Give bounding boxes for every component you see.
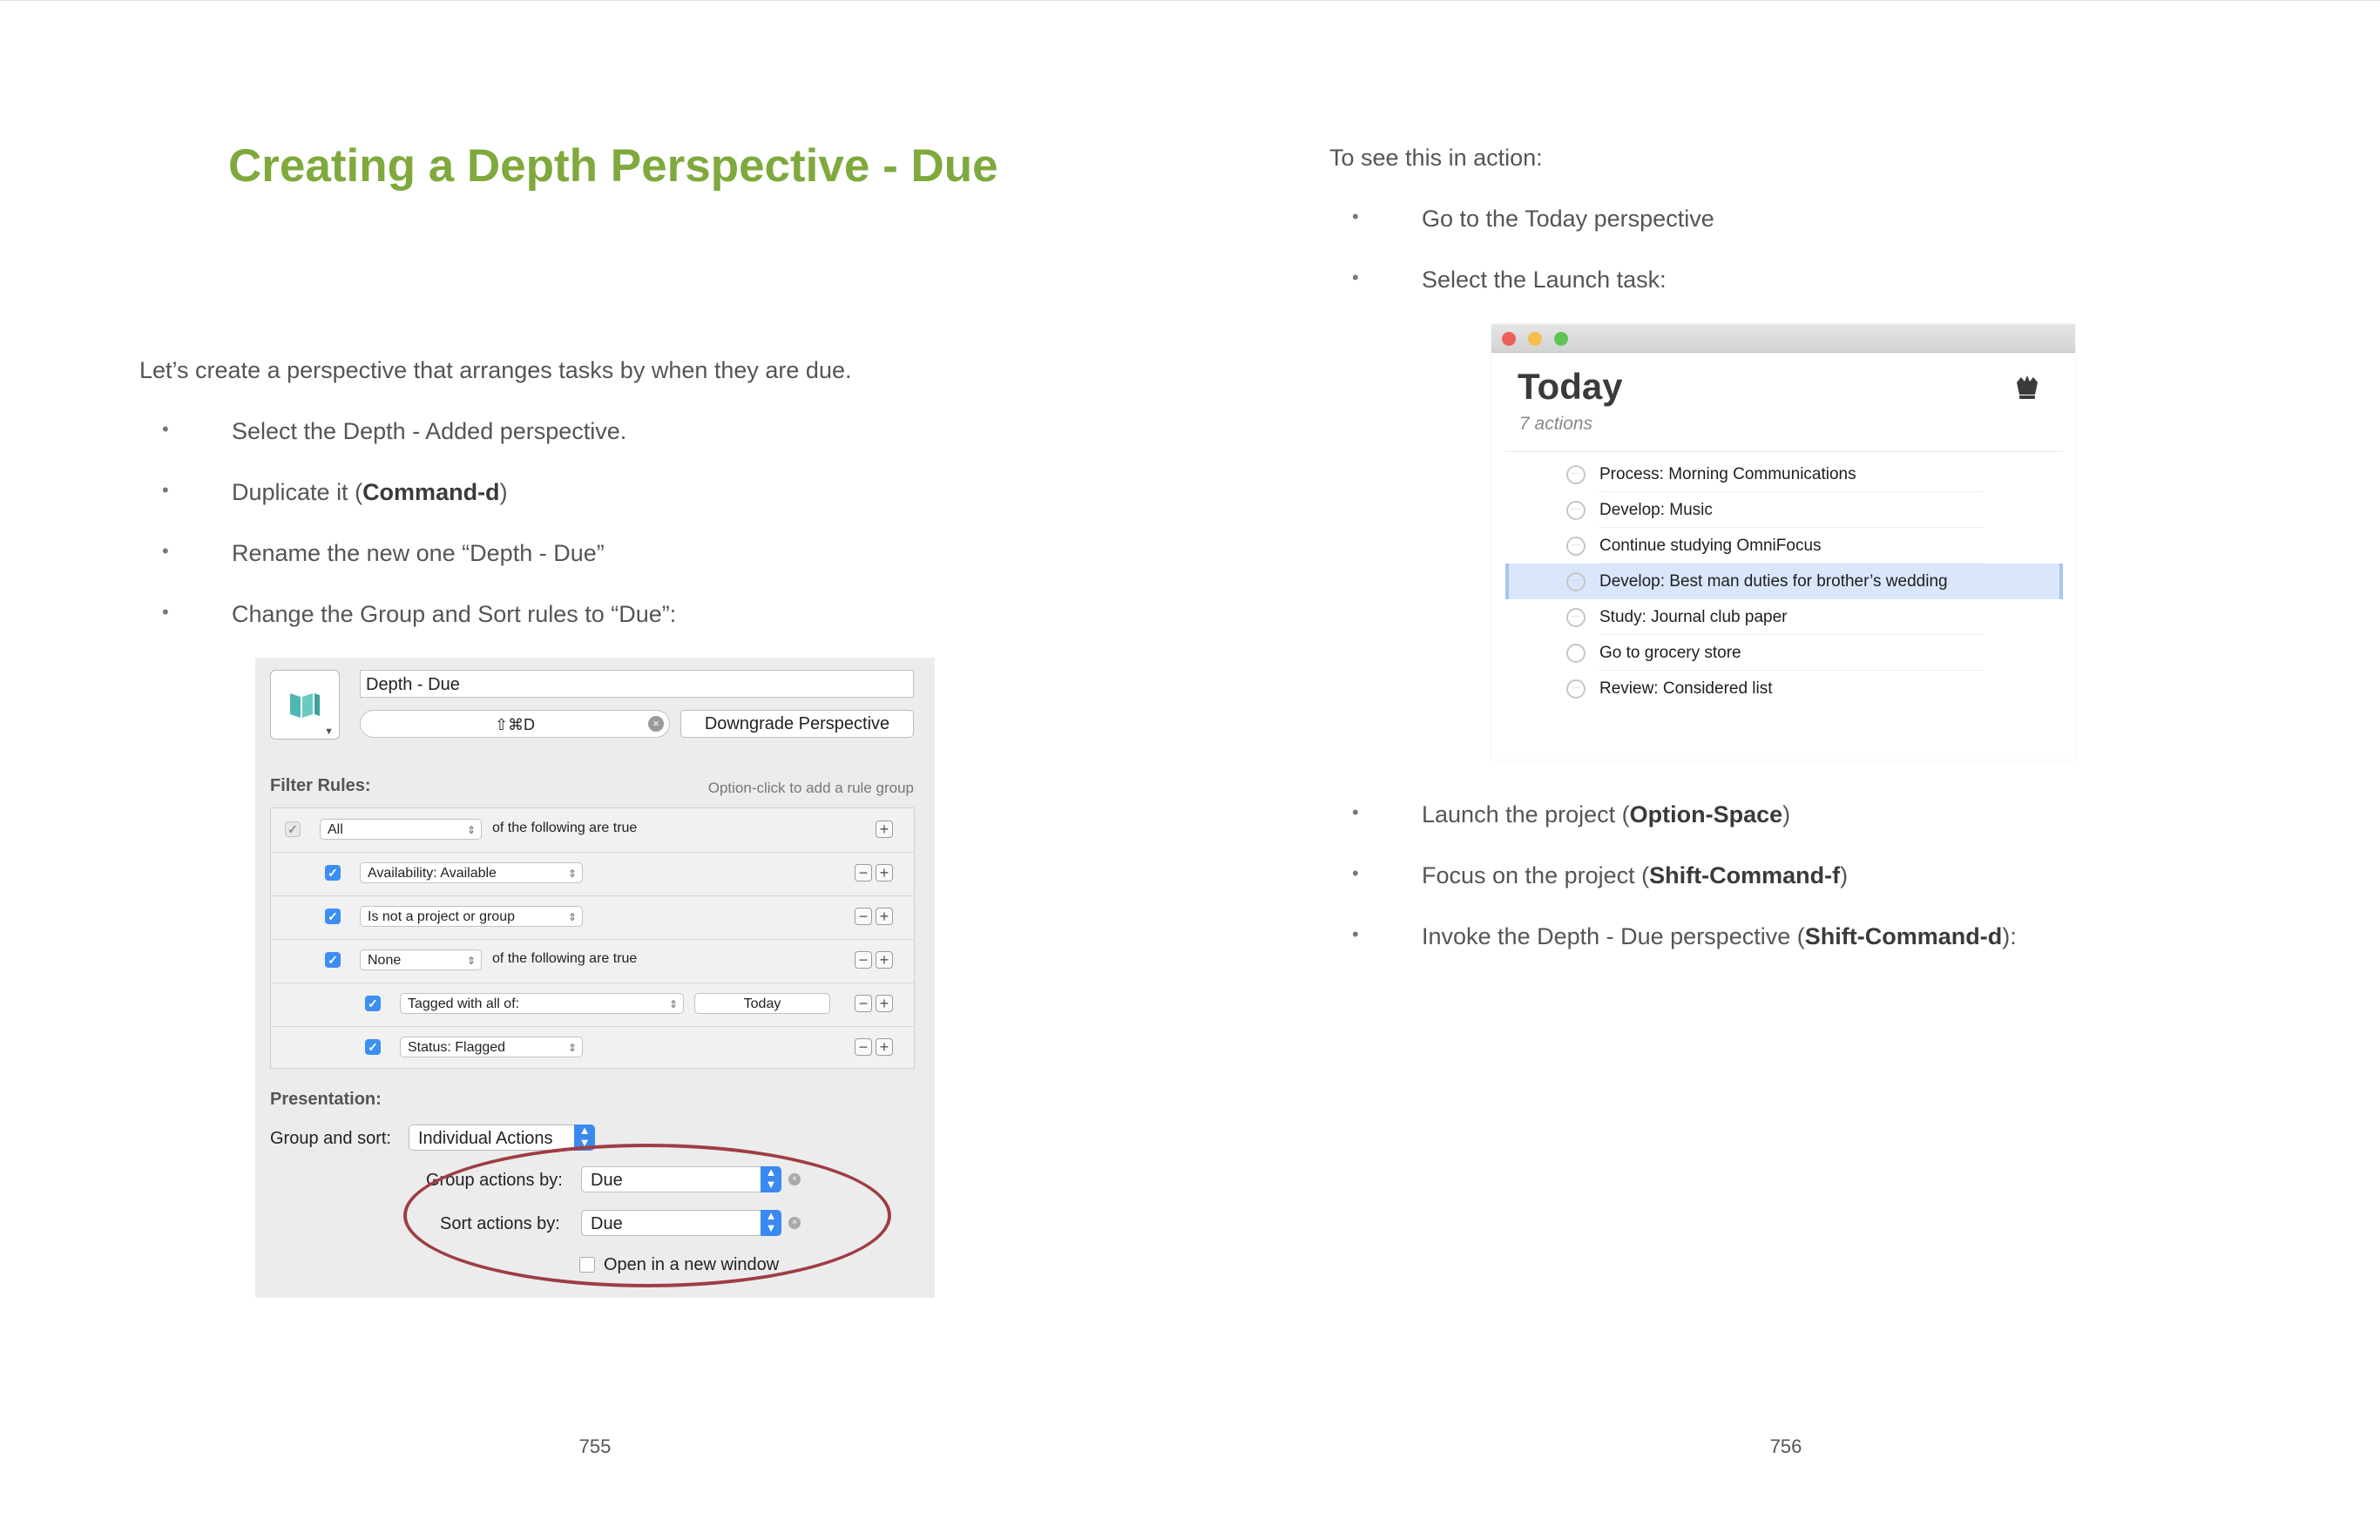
bullet-dot: •: [162, 540, 169, 562]
updown-arrows-icon: ⇕: [668, 998, 678, 1010]
task-status-circle-icon[interactable]: ···: [1566, 501, 1586, 520]
perspective-name-field[interactable]: Depth - Due: [360, 670, 914, 698]
page-number: 756: [1769, 1435, 1802, 1457]
shortcut-text: Shift-Command-d: [1804, 923, 2003, 949]
add-rule-button[interactable]: +: [876, 864, 893, 881]
task-status-circle-icon[interactable]: ···: [1566, 465, 1586, 484]
bullet-dot: •: [1352, 801, 1359, 823]
add-rule-button[interactable]: +: [876, 908, 893, 925]
remove-rule-button[interactable]: −: [855, 995, 872, 1012]
bullet-dot: •: [162, 601, 169, 623]
intro-paragraph: Let’s create a perspective that arranges…: [139, 357, 852, 383]
left-page: Creating a Depth Perspective - Due Let’s…: [139, 140, 998, 1457]
intro-paragraph: To see this in action:: [1329, 145, 1543, 171]
page-title: Creating a Depth Perspective - Due: [228, 140, 998, 192]
task-row[interactable]: ··· Process: Morning Communications: [1505, 456, 2063, 492]
filter-rule-row: ✓ Is not a project or group ⇕ − +: [271, 895, 914, 940]
task-row-selected[interactable]: ··· Develop: Best man duties for brother…: [1505, 564, 2063, 599]
rule-checkbox[interactable]: ✓: [285, 821, 301, 837]
task-row[interactable]: ··· Study: Journal club paper: [1505, 599, 2063, 635]
highlight-ellipse: [403, 1144, 891, 1287]
shortcut-text: Option-Space: [1629, 801, 1783, 827]
rule-checkbox[interactable]: ✓: [325, 952, 341, 968]
rule-checkbox[interactable]: ✓: [365, 1039, 381, 1055]
downgrade-perspective-button[interactable]: Downgrade Perspective: [680, 710, 914, 738]
updown-arrows-icon: ⇕: [567, 911, 577, 923]
option-click-hint: Option-click to add a rule group: [707, 780, 914, 796]
remove-rule-button[interactable]: −: [855, 908, 872, 925]
header-divider: [1505, 451, 2063, 452]
task-status-circle-icon[interactable]: ···: [1566, 608, 1586, 627]
rule-popup[interactable]: None ⇕: [360, 949, 482, 970]
task-row[interactable]: Go to grocery store: [1505, 635, 2063, 671]
task-status-circle-icon[interactable]: ···: [1566, 572, 1586, 591]
close-window-button[interactable]: [1502, 332, 1516, 346]
bullet-dot: •: [1352, 267, 1359, 288]
filter-rules-list: ✓ All ⇕ of the following are true + ✓ Ava…: [270, 807, 915, 1069]
add-rule-button[interactable]: +: [876, 951, 893, 969]
perspective-editor-screenshot: ▼ Depth - Due ⇧⌘D × Downgrade Perspectiv…: [255, 658, 935, 1298]
action-count: 7 actions: [1519, 414, 1593, 434]
shortcut-text: Shift-Command-f: [1649, 862, 1841, 888]
perspective-icon-picker[interactable]: ▼: [270, 670, 340, 740]
perspective-icon: [290, 693, 320, 718]
bullet-dot: •: [1352, 862, 1359, 884]
rule-popup[interactable]: Tagged with all of: ⇕: [400, 993, 684, 1014]
rule-popup[interactable]: All ⇕: [320, 819, 482, 840]
page-number: 755: [578, 1435, 612, 1457]
task-status-circle-icon[interactable]: ···: [1566, 679, 1586, 699]
rule-popup[interactable]: Availability: Available ⇕: [360, 862, 583, 883]
updown-arrows-icon: ⇕: [567, 868, 577, 880]
updown-arrows-icon: ⇕: [466, 824, 476, 836]
window-titlebar: [1491, 324, 2075, 353]
bullet-dot: •: [162, 479, 169, 501]
updown-arrows-icon: ⇕: [466, 955, 476, 967]
filter-rules-label: Filter Rules:: [270, 776, 371, 795]
clear-icon[interactable]: ×: [648, 716, 664, 732]
shortcut-field[interactable]: ⇧⌘D ×: [360, 710, 670, 738]
task-row[interactable]: ··· Review: Considered list: [1505, 671, 2063, 706]
filter-rule-row: ✓ None ⇕ of the following are true − +: [271, 939, 914, 983]
rule-popup[interactable]: Is not a project or group ⇕: [360, 906, 583, 927]
add-rule-button[interactable]: +: [876, 821, 893, 838]
task-row[interactable]: ··· Continue studying OmniFocus: [1505, 528, 2063, 564]
zoom-window-button[interactable]: [1554, 332, 1568, 346]
today-window-screenshot: Today 7 actions ··· Process: Morning Com…: [1491, 324, 2075, 760]
updown-arrows-icon: ⇕: [567, 1042, 577, 1054]
crown-icon[interactable]: [2014, 372, 2040, 400]
remove-rule-button[interactable]: −: [855, 864, 872, 881]
remove-rule-button[interactable]: −: [855, 951, 872, 969]
bullet-dot: •: [162, 418, 169, 440]
add-rule-button[interactable]: +: [876, 1038, 893, 1056]
filter-rule-row: ✓ Availability: Available ⇕ − +: [271, 852, 914, 896]
rule-checkbox[interactable]: ✓: [365, 996, 381, 1011]
add-rule-button[interactable]: +: [876, 995, 893, 1012]
task-row[interactable]: ··· Develop: Music: [1505, 492, 2063, 528]
remove-rule-button[interactable]: −: [855, 1038, 872, 1056]
perspective-title: Today: [1518, 366, 1623, 407]
bullet-dot: •: [1352, 923, 1359, 945]
filter-rule-row: ✓ Status: Flagged ⇕ − +: [271, 1026, 914, 1070]
minimize-window-button[interactable]: [1528, 332, 1542, 346]
tag-field[interactable]: Today: [694, 993, 830, 1014]
rule-checkbox[interactable]: ✓: [325, 865, 341, 881]
presentation-label: Presentation:: [270, 1090, 382, 1109]
right-page: To see this in action: • Go to the Today…: [1190, 0, 2380, 1540]
task-status-circle-icon[interactable]: [1566, 644, 1586, 663]
rule-checkbox[interactable]: ✓: [325, 908, 341, 924]
group-sort-label: Group and sort:: [270, 1129, 391, 1148]
bullet-dot: •: [1352, 206, 1359, 227]
shortcut-text: Command-d: [362, 479, 500, 505]
filter-rule-row: ✓ Tagged with all of: ⇕ Today − +: [271, 983, 914, 1027]
rule-popup[interactable]: Status: Flagged ⇕: [400, 1037, 583, 1057]
task-status-circle-icon[interactable]: ···: [1566, 537, 1586, 556]
chevron-down-icon: ▼: [324, 726, 334, 737]
filter-rule-row: ✓ All ⇕ of the following are true +: [271, 808, 914, 853]
